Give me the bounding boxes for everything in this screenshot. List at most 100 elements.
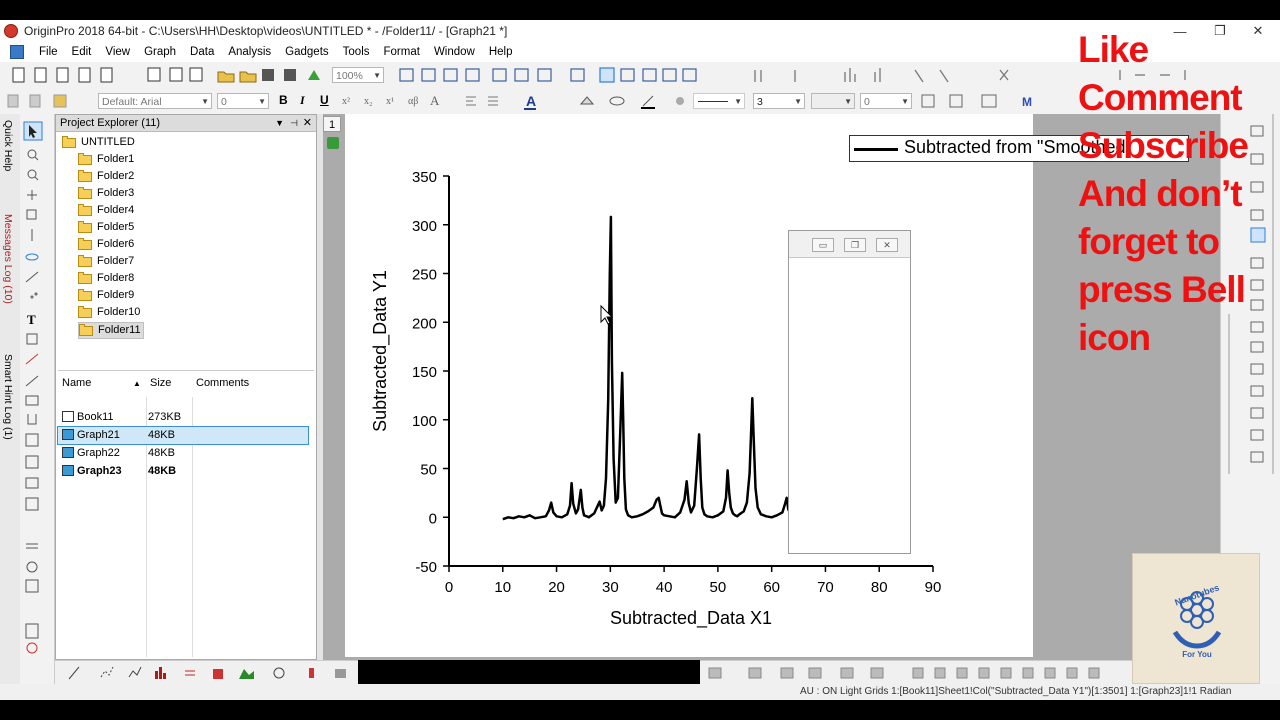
- folder-icon: [79, 323, 93, 336]
- tree-folder-item[interactable]: Folder9: [78, 288, 134, 303]
- floating-close-button[interactable]: ✕: [876, 238, 898, 252]
- tree-folder-item[interactable]: Folder7: [78, 254, 134, 269]
- menu-analysis[interactable]: Analysis: [221, 42, 278, 62]
- y-tick-label: -50: [415, 559, 437, 576]
- menu-graph[interactable]: Graph: [137, 42, 183, 62]
- file-name: Graph23: [77, 465, 122, 477]
- text-format-icons[interactable]: x² x₂ x¹ αβ A A: [336, 88, 576, 114]
- tree-folder-item[interactable]: Folder3: [78, 186, 134, 201]
- folder-icon: [78, 305, 92, 318]
- overlay-line: icon: [1078, 317, 1151, 358]
- sort-ascending-icon[interactable]: ▲: [133, 379, 141, 388]
- x-tick-label: 80: [871, 579, 888, 596]
- underline-button[interactable]: U: [320, 93, 329, 107]
- tree-folder-item[interactable]: Folder4: [78, 203, 134, 218]
- edit-toolbar-icons[interactable]: [2, 88, 92, 114]
- channel-logo: Nanotubes For You: [1132, 553, 1260, 684]
- lock-icon[interactable]: [327, 137, 339, 149]
- menu-window[interactable]: Window: [427, 42, 482, 62]
- quick-help-tab[interactable]: Quick Help: [2, 120, 14, 171]
- workspace-icon[interactable]: [10, 45, 24, 59]
- graph-page: -50 0 50 100 150 200 250 300 350 0 10 20 30 40 50 60 70 8…: [345, 114, 1033, 657]
- tree-folder-item[interactable]: Folder8: [78, 271, 134, 286]
- project-explorer-title: Project Explorer (11): [60, 117, 161, 129]
- line-width-combo[interactable]: 3 ▼: [753, 93, 805, 109]
- line-style-combo[interactable]: ▼: [693, 93, 745, 109]
- plot-type-icons[interactable]: [63, 661, 363, 685]
- file-row[interactable]: Book11 273KB: [58, 409, 308, 426]
- folder-icon: [78, 288, 92, 301]
- file-name: Book11: [77, 411, 114, 423]
- messages-log-tab[interactable]: Messages Log (10): [2, 214, 14, 304]
- floating-window[interactable]: ▭ ❐ ✕: [788, 230, 911, 554]
- y-tick-label: 200: [412, 315, 437, 332]
- file-row[interactable]: Graph23 48KB: [58, 463, 308, 480]
- tree-folder-item[interactable]: Folder11: [78, 322, 144, 339]
- file-name: Graph21: [77, 429, 120, 441]
- menu-data[interactable]: Data: [183, 42, 221, 62]
- menu-edit[interactable]: Edit: [65, 42, 99, 62]
- tree-folder-item[interactable]: Folder2: [78, 169, 134, 184]
- y-tick-label: 100: [412, 413, 437, 430]
- file-toolbar-icons[interactable]: [8, 62, 338, 88]
- column-comments-header[interactable]: Comments: [196, 377, 249, 389]
- tree-folder-item[interactable]: Folder10: [78, 305, 140, 320]
- folder-label: Folder10: [97, 306, 141, 318]
- tools-icons[interactable]: T: [20, 114, 54, 694]
- legend-line-swatch: [854, 148, 898, 151]
- tree-folder-item[interactable]: Folder1: [78, 152, 134, 167]
- file-row[interactable]: Graph22 48KB: [58, 445, 308, 462]
- workbook-icon: [62, 411, 74, 422]
- y-tick-label: 150: [412, 364, 437, 381]
- font-size-combo[interactable]: 0 ▼: [217, 93, 269, 109]
- value-combo[interactable]: 0 ▼: [860, 93, 912, 109]
- floating-window-titlebar[interactable]: ▭ ❐ ✕: [789, 231, 910, 258]
- italic-button[interactable]: I: [300, 93, 305, 108]
- tree-folder-item[interactable]: Folder5: [78, 220, 134, 235]
- pe-close-icon[interactable]: ✕: [303, 115, 312, 131]
- project-explorer: Project Explorer (11) ▼ ⊣ ✕ UNTITLED Fol…: [55, 114, 317, 660]
- font-size-value: 0: [221, 96, 227, 108]
- font-value: Default: Arial: [102, 96, 162, 108]
- menu-file[interactable]: File: [32, 42, 65, 62]
- tree-root[interactable]: UNTITLED: [62, 135, 135, 150]
- folder-icon: [78, 186, 92, 199]
- file-row[interactable]: Graph21 48KB: [57, 426, 309, 445]
- svg-text:T: T: [27, 312, 36, 327]
- layout-toolbar-icons[interactable]: M: [918, 88, 1058, 114]
- pe-pin-icon[interactable]: ⊣: [290, 115, 298, 131]
- floating-minimize-button[interactable]: ▭: [812, 238, 834, 252]
- menu-tools[interactable]: Tools: [336, 42, 377, 62]
- menu-view[interactable]: View: [98, 42, 137, 62]
- folder-label: Folder3: [97, 187, 135, 199]
- overlay-line: Subscribe: [1078, 125, 1249, 166]
- x-tick-label: 70: [817, 579, 834, 596]
- origin-app-icon[interactable]: [4, 24, 18, 38]
- layer-tab[interactable]: 1: [323, 116, 341, 132]
- y-tick-label: 250: [412, 267, 437, 284]
- folder-label: Folder6: [97, 238, 135, 250]
- folder-icon: [78, 152, 92, 165]
- format-layout-icons[interactable]: [705, 661, 1125, 685]
- zoom-combo[interactable]: 100% ▼: [332, 67, 384, 83]
- svg-text:x²: x²: [342, 96, 350, 107]
- value-zero: 0: [864, 96, 870, 108]
- menu-format[interactable]: Format: [377, 42, 427, 62]
- bold-button[interactable]: B: [279, 93, 288, 107]
- floating-maximize-button[interactable]: ❐: [844, 238, 866, 252]
- column-size-header[interactable]: Size: [150, 377, 171, 389]
- line-chart[interactable]: -50 0 50 100 150 200 250 300 350 0 10 20 30 40 50 60 70 8…: [345, 114, 1033, 657]
- pattern-combo[interactable]: ▼: [811, 93, 855, 109]
- tree-folder-item[interactable]: Folder6: [78, 237, 134, 252]
- overlay-line: Like: [1078, 29, 1149, 70]
- menu-help[interactable]: Help: [482, 42, 520, 62]
- smart-hint-log-tab[interactable]: Smart Hint Log (1): [2, 354, 14, 440]
- folder-icon: [78, 271, 92, 284]
- column-name-header[interactable]: Name: [62, 377, 91, 389]
- y-tick-label: 50: [420, 462, 437, 479]
- x-axis-title: Subtracted_Data X1: [610, 608, 772, 629]
- pe-dropdown-icon[interactable]: ▼: [275, 115, 284, 131]
- menu-gadgets[interactable]: Gadgets: [278, 42, 335, 62]
- font-combo[interactable]: Default: Arial ▼: [98, 93, 212, 109]
- subscribe-overlay: Like Comment Subscribe And don’t forget to pr…: [1078, 26, 1249, 362]
